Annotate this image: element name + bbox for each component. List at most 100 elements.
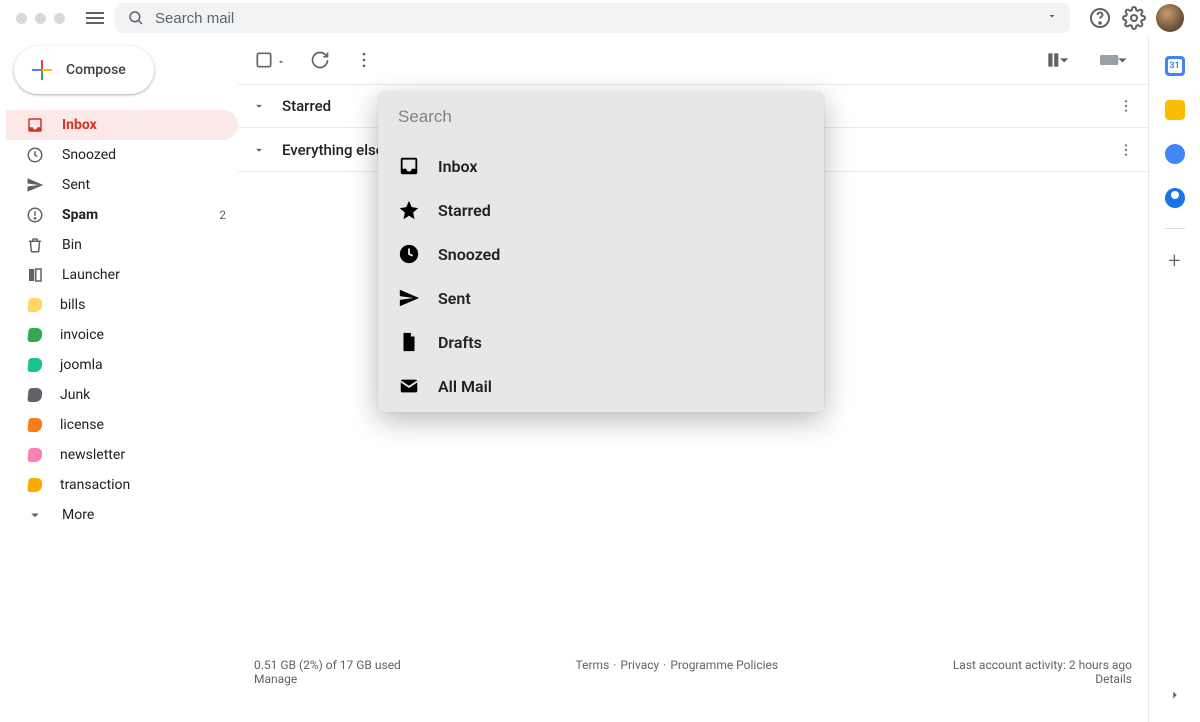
add-addon-icon[interactable]: + <box>1168 249 1180 274</box>
popup-list[interactable]: Inbox Starred Snoozed Sent Drafts All Mail <box>378 142 824 412</box>
nav-label: transaction <box>60 477 130 493</box>
popup-item-drafts[interactable]: Drafts <box>378 320 824 364</box>
calendar-icon[interactable] <box>1165 56 1185 76</box>
max-dot[interactable] <box>54 13 65 24</box>
sidebar-label-newsletter[interactable]: newsletter <box>6 440 238 470</box>
inbox-icon <box>398 155 420 177</box>
section-more-icon[interactable] <box>1118 98 1134 114</box>
snooze-icon <box>26 146 44 164</box>
nav-label: Junk <box>60 387 90 403</box>
nav-label: joomla <box>60 357 103 373</box>
popup-item-starred[interactable]: Starred <box>378 188 824 232</box>
popup-item-snoozed[interactable]: Snoozed <box>378 232 824 276</box>
nav-list: Inbox Snoozed Sent Spam 2 Bin Launcher bills inv… <box>6 110 238 530</box>
nav-label: license <box>60 417 104 433</box>
nav-label: Bin <box>62 237 82 253</box>
label-icon <box>27 388 42 402</box>
menu-icon[interactable] <box>83 6 107 30</box>
section-more-icon[interactable] <box>1118 142 1134 158</box>
sidebar-label-transaction[interactable]: transaction <box>6 470 238 500</box>
settings-icon[interactable] <box>1122 6 1146 30</box>
inbox-icon <box>26 116 44 134</box>
search-bar[interactable] <box>115 3 1070 33</box>
account-avatar[interactable] <box>1156 4 1184 32</box>
compose-button[interactable]: Compose <box>14 46 154 94</box>
sidebar-item-snoozed[interactable]: Snoozed <box>6 140 238 170</box>
sidebar-label-junk[interactable]: Junk <box>6 380 238 410</box>
tasks-icon[interactable] <box>1165 144 1185 164</box>
popup-search <box>378 92 824 142</box>
sidebar-item-spam[interactable]: Spam 2 <box>6 200 238 230</box>
clock-icon <box>398 243 420 265</box>
toolbar <box>238 36 1148 84</box>
section-label: Everything else <box>282 141 384 159</box>
close-dot[interactable] <box>16 13 27 24</box>
dropdown-caret-icon <box>276 55 286 65</box>
nav-label: More <box>62 507 94 523</box>
contacts-icon[interactable] <box>1165 188 1185 208</box>
popup-item-all-mail[interactable]: All Mail <box>378 364 824 408</box>
label-icon <box>27 478 42 492</box>
label-icon <box>27 418 42 432</box>
collapse-panel-icon[interactable] <box>1168 688 1182 706</box>
nav-label: Inbox <box>62 117 97 133</box>
popup-search-input[interactable] <box>398 107 804 127</box>
terms-link[interactable]: Terms <box>576 658 610 686</box>
more-icon[interactable] <box>354 50 374 70</box>
nav-label: Snoozed <box>62 147 116 163</box>
popup-item-label: Sent <box>438 289 471 308</box>
nav-label: Launcher <box>62 267 120 283</box>
popup-item-label: Drafts <box>438 333 482 352</box>
nav-label: newsletter <box>60 447 125 463</box>
sidebar-label-license[interactable]: license <box>6 410 238 440</box>
launcher-icon <box>26 266 44 284</box>
split-pane-icon[interactable] <box>1046 50 1074 70</box>
nav-count: 2 <box>219 208 226 222</box>
window-controls <box>16 13 65 24</box>
search-input[interactable] <box>155 10 1036 27</box>
nav-label: invoice <box>60 327 104 343</box>
popup-item-label: Inbox <box>438 157 478 176</box>
search-icon <box>127 9 145 27</box>
sidebar-label-joomla[interactable]: joomla <box>6 350 238 380</box>
refresh-icon[interactable] <box>310 50 330 70</box>
activity-text: Last account activity: 2 hours ago <box>953 658 1132 672</box>
min-dot[interactable] <box>35 13 46 24</box>
popup-item-label: All Mail <box>438 377 492 396</box>
sidebar-item-launcher[interactable]: Launcher <box>6 260 238 290</box>
help-icon[interactable] <box>1088 6 1112 30</box>
label-icon <box>27 358 42 372</box>
sidebar: Compose Inbox Snoozed Sent Spam 2 Bin Launcher… <box>0 36 238 722</box>
popup-item-label: Snoozed <box>438 245 500 264</box>
search-options-icon[interactable] <box>1046 10 1058 26</box>
nav-label: bills <box>60 297 85 313</box>
nav-label: Spam <box>62 207 98 223</box>
label-icon <box>27 298 42 312</box>
sent-icon <box>398 287 420 309</box>
privacy-link[interactable]: Privacy <box>620 658 659 686</box>
plus-icon <box>32 60 52 80</box>
topbar <box>0 0 1200 36</box>
footer: 0.51 GB (2%) of 17 GB used Manage Terms … <box>238 644 1148 722</box>
chevron-down-icon <box>26 506 44 524</box>
spam-icon <box>26 206 44 224</box>
sidebar-item-sent[interactable]: Sent <box>6 170 238 200</box>
select-all[interactable] <box>254 50 286 70</box>
manage-link[interactable]: Manage <box>254 672 297 686</box>
checkbox-icon <box>254 50 274 70</box>
sidebar-item-bin[interactable]: Bin <box>6 230 238 260</box>
keep-icon[interactable] <box>1165 100 1185 120</box>
label-picker-popup: Inbox Starred Snoozed Sent Drafts All Mail <box>378 92 824 412</box>
input-tools-icon[interactable] <box>1098 50 1132 70</box>
label-icon <box>27 328 42 342</box>
popup-item-inbox[interactable]: Inbox <box>378 144 824 188</box>
popup-item-sent[interactable]: Sent <box>378 276 824 320</box>
section-label: Starred <box>282 97 331 115</box>
sidebar-item-inbox[interactable]: Inbox <box>6 110 238 140</box>
sidebar-label-bills[interactable]: bills <box>6 290 238 320</box>
sidebar-label-invoice[interactable]: invoice <box>6 320 238 350</box>
sidebar-more[interactable]: More <box>6 500 238 530</box>
policies-link[interactable]: Programme Policies <box>670 658 778 686</box>
storage-text: 0.51 GB (2%) of 17 GB used <box>254 658 401 672</box>
details-link[interactable]: Details <box>1095 672 1132 686</box>
